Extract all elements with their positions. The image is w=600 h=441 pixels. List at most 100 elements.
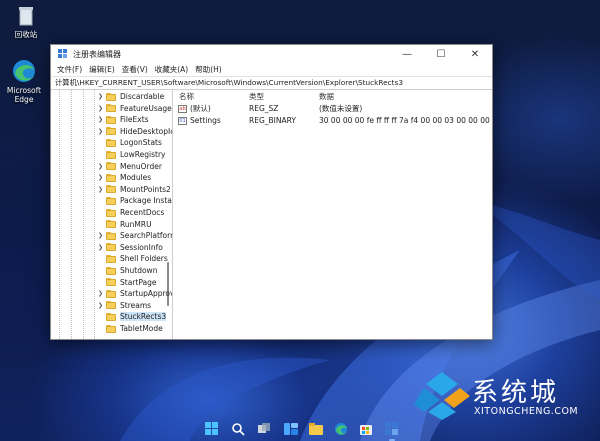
folder-icon [106, 243, 116, 252]
title-bar[interactable]: 注册表编辑器 — ☐ ✕ [51, 45, 492, 63]
tree-item[interactable]: LogonStats [98, 137, 162, 148]
file-explorer-button[interactable] [309, 422, 323, 436]
menu-bar: 文件(F) 编辑(E) 查看(V) 收藏夹(A) 帮助(H) [51, 63, 492, 76]
tree-item[interactable]: ❯ Modules [98, 172, 151, 183]
tree-item[interactable]: ❯ HideDesktopIco [98, 126, 172, 137]
maximize-button[interactable]: ☐ [424, 45, 458, 63]
folder-icon [106, 104, 116, 113]
tree-item[interactable]: Shell Folders [98, 253, 168, 264]
column-header-name[interactable]: 名称 [179, 91, 194, 102]
tree-item-label: HideDesktopIco [120, 126, 172, 136]
regedit-app-icon [58, 49, 67, 58]
folder-icon [106, 301, 116, 310]
address-bar[interactable]: 计算机\HKEY_CURRENT_USER\Software\Microsoft… [51, 76, 492, 90]
regedit-app-icon [385, 422, 398, 435]
folder-icon [106, 324, 116, 333]
menu-favorites[interactable]: 收藏夹(A) [155, 64, 188, 75]
store-button[interactable] [359, 422, 373, 436]
tree-item[interactable]: LowRegistry [98, 149, 165, 160]
column-header-type[interactable]: 类型 [249, 91, 264, 102]
tree-item[interactable]: StuckRects3 [98, 311, 167, 322]
watermark-text: 系统城 [472, 378, 560, 408]
tree-item-label: SearchPlatform [120, 231, 173, 241]
tree-item-label: LowRegistry [120, 150, 166, 159]
expand-chevron-icon[interactable]: ❯ [98, 105, 106, 112]
folder-icon [106, 231, 116, 240]
close-button[interactable]: ✕ [458, 45, 492, 63]
menu-view[interactable]: 查看(V) [122, 64, 148, 75]
widgets-button[interactable] [284, 422, 298, 436]
expand-chevron-icon[interactable]: ❯ [98, 232, 106, 239]
value-data: 30 00 00 00 fe ff ff ff 7a f4 00 00 03 0… [319, 116, 500, 125]
close-icon: ✕ [470, 48, 480, 60]
minimize-icon: — [402, 48, 412, 60]
folder-icon [106, 162, 116, 171]
desktop-item-edge[interactable]: Microsoft Edge [0, 58, 48, 104]
tree-item[interactable]: ❯ Discardable [98, 91, 164, 102]
tree-item[interactable]: Shutdown [98, 265, 157, 276]
tree-item-label: Modules [120, 173, 152, 183]
expand-chevron-icon[interactable]: ❯ [98, 290, 106, 297]
maximize-icon: ☐ [436, 48, 446, 60]
tree-item[interactable]: ❯ Streams [98, 300, 151, 311]
tree-item[interactable]: ❯ FeatureUsage [98, 103, 172, 114]
tree-item[interactable]: ❯ MenuOrder [98, 161, 162, 172]
menu-edit[interactable]: 编辑(E) [89, 64, 115, 75]
value-row[interactable]: ab (默认) REG_SZ (数值未设置) [173, 103, 492, 115]
folder-icon [106, 150, 116, 159]
column-header-data[interactable]: 数据 [319, 91, 334, 102]
key-tree[interactable]: ❯ Discardable ❯ FeatureUsage ❯ FileExts ❯ HideD… [51, 90, 173, 339]
expand-chevron-icon[interactable]: ❯ [98, 244, 106, 251]
expand-chevron-icon[interactable]: ❯ [98, 128, 106, 135]
start-button[interactable] [205, 422, 219, 436]
folder-icon [106, 289, 116, 298]
task-view-icon [258, 423, 270, 433]
tree-item-label: TabletMode [120, 324, 163, 333]
expand-chevron-icon[interactable]: ❯ [98, 302, 106, 309]
recycle-bin-icon [16, 4, 36, 28]
scrollbar-thumb[interactable] [167, 262, 169, 306]
folder-icon [106, 266, 116, 275]
tree-item-label: Streams [120, 300, 152, 310]
value-name: (默认) [190, 104, 211, 113]
expand-chevron-icon[interactable]: ❯ [98, 174, 106, 181]
tree-item[interactable]: Package Installa [98, 195, 172, 206]
tree-item-label: RecentDocs [120, 208, 165, 217]
expand-chevron-icon[interactable]: ❯ [98, 93, 106, 100]
value-type: REG_BINARY [249, 116, 296, 125]
tree-item[interactable]: ❯ FileExts [98, 114, 149, 125]
tree-item[interactable]: RecentDocs [98, 207, 164, 218]
desktop-item-label: 回收站 [14, 30, 38, 39]
folder-icon [106, 196, 116, 205]
tree-guide-line [83, 90, 84, 339]
tree-item-label: StartPage [120, 277, 157, 287]
menu-help[interactable]: 帮助(H) [195, 64, 222, 75]
folder-icon [106, 185, 116, 194]
tree-item[interactable]: RunMRU [98, 219, 152, 230]
regedit-taskbar-button[interactable] [385, 422, 399, 441]
tree-item-label: FileExts [120, 115, 149, 125]
tree-item[interactable]: ❯ SearchPlatform [98, 230, 173, 241]
folder-icon [106, 173, 116, 182]
minimize-button[interactable]: — [390, 45, 424, 63]
tree-item-label: Shutdown [120, 266, 158, 275]
folder-icon [106, 138, 116, 147]
expand-chevron-icon[interactable]: ❯ [98, 163, 106, 170]
tree-guide-line [71, 90, 72, 339]
menu-file[interactable]: 文件(F) [57, 64, 82, 75]
tree-item[interactable]: ❯ MountPoints2 [98, 184, 171, 195]
task-view-button[interactable] [257, 422, 271, 436]
expand-chevron-icon[interactable]: ❯ [98, 186, 106, 193]
tree-item[interactable]: ❯ StartupApprove [98, 288, 172, 299]
folder-icon [106, 208, 116, 217]
expand-chevron-icon[interactable]: ❯ [98, 116, 106, 123]
tree-item[interactable]: StartPage [98, 277, 156, 288]
edge-taskbar-button[interactable] [334, 422, 348, 436]
binary-value-icon: 01 [178, 117, 187, 125]
value-row[interactable]: 01 Settings REG_BINARY 30 00 00 00 fe ff… [173, 115, 499, 127]
tree-item[interactable]: ❯ SessionInfo [98, 242, 163, 253]
search-button[interactable] [231, 422, 245, 436]
tree-item[interactable]: TabletMode [98, 323, 163, 334]
desktop-item-label: Microsoft Edge [6, 86, 42, 104]
desktop-item-recycle-bin[interactable]: 回收站 [2, 4, 50, 39]
